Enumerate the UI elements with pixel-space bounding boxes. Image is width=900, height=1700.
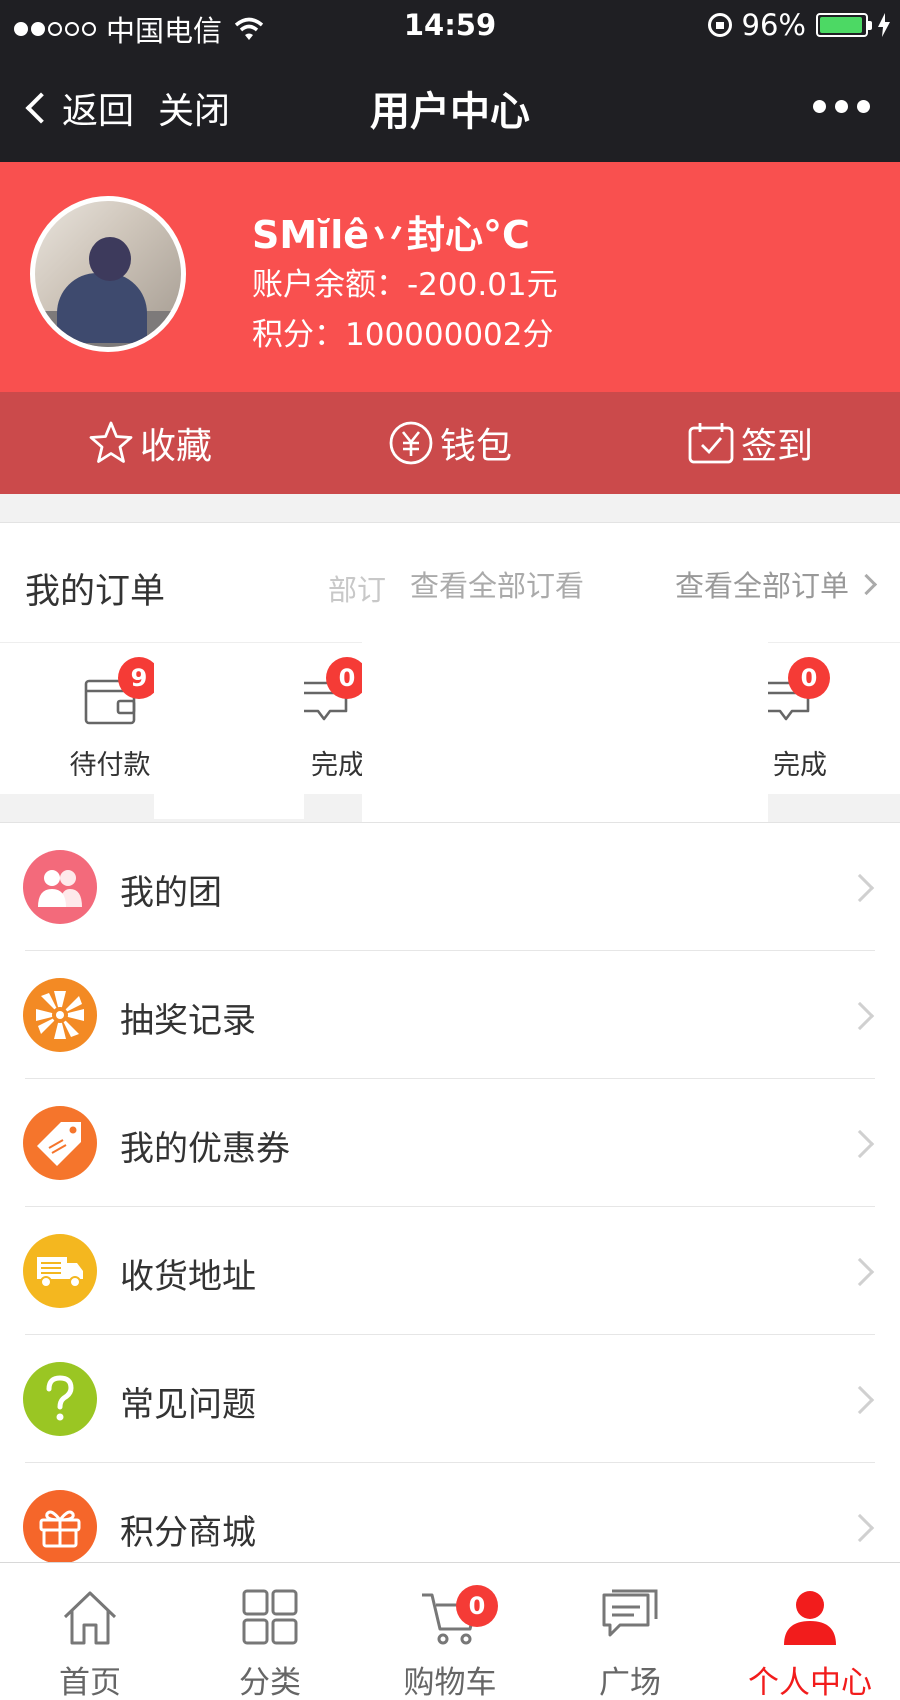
tab-home[interactable]: 首页 (0, 1563, 180, 1700)
avatar[interactable] (30, 196, 186, 352)
page-title: 用户中心 (370, 89, 530, 135)
order-status-row: 9 待付款 0 完成 0 完成 (0, 607, 900, 823)
more-dot-icon (813, 100, 826, 113)
more-dot-icon (835, 100, 848, 113)
points-balance: 积分：100000002分 (252, 317, 554, 353)
status-right: 96% (707, 8, 890, 42)
battery-level (820, 17, 863, 33)
calendar-check-icon (688, 423, 734, 464)
menu-item-lottery-records[interactable]: 抽奖记录 (0, 951, 900, 1079)
battery-icon (816, 13, 872, 37)
grid-icon (242, 1589, 298, 1645)
wallet-button[interactable]: 钱包 (300, 392, 600, 494)
tab-label: 分类 (239, 1665, 301, 1700)
menu-item-label: 我的团 (120, 873, 222, 913)
tab-categories[interactable]: 分类 (180, 1563, 360, 1700)
tab-label: 购物车 (403, 1665, 497, 1700)
overlay-mask (154, 643, 304, 819)
bottom-tab-bar: 首页 分类 0 购物车 广场 个人中心 (0, 1562, 900, 1700)
chevron-right-icon (845, 1385, 875, 1415)
tab-label: 广场 (599, 1665, 661, 1700)
chevron-right-icon (855, 573, 878, 595)
back-label: 返回 (62, 91, 135, 132)
home-icon (63, 1591, 117, 1645)
battery-percent: 96% (741, 8, 806, 42)
check-in-button[interactable]: 签到 (600, 392, 900, 494)
user-name: SMĭlê丷封心°C (252, 213, 530, 257)
tab-plaza[interactable]: 广场 (540, 1563, 720, 1700)
close-button[interactable]: 关闭 (158, 82, 230, 134)
yen-icon (389, 421, 433, 465)
chevron-left-icon (25, 92, 57, 124)
group-icon (23, 850, 97, 924)
user-center-page: 中国电信 14:59 96% 返回 关闭 用户中心 SMĭlê丷封心°C 账户余… (0, 0, 900, 1700)
chevron-right-icon (845, 1257, 875, 1287)
chat-icon (602, 1589, 658, 1637)
chevron-right-icon (845, 1129, 875, 1159)
chevron-right-icon (845, 1001, 875, 1031)
orientation-lock-icon (707, 13, 732, 37)
menu-item-label: 抽奖记录 (120, 1001, 256, 1041)
menu-item-my-group[interactable]: 我的团 (0, 823, 900, 951)
feature-menu: 我的团 抽奖记录 我的优惠券 收货地址 常见问题 积分商城 (0, 822, 900, 1564)
charging-bolt-icon (878, 13, 890, 37)
menu-item-label: 我的优惠券 (120, 1129, 290, 1169)
favorites-button[interactable]: 收藏 (0, 392, 300, 494)
account-balance: 账户余额：-200.01元 (252, 267, 558, 303)
tab-cart[interactable]: 0 购物车 (360, 1563, 540, 1700)
cart-badge: 0 (456, 1585, 498, 1627)
back-button[interactable]: 返回 (22, 82, 134, 134)
truck-icon (23, 1234, 97, 1308)
menu-item-shipping-address[interactable]: 收货地址 (0, 1207, 900, 1335)
menu-item-coupons[interactable]: 我的优惠券 (0, 1079, 900, 1207)
menu-item-faq[interactable]: 常见问题 (0, 1335, 900, 1463)
nav-bar: 返回 关闭 用户中心 (0, 52, 900, 162)
menu-item-label: 常见问题 (120, 1385, 256, 1425)
orders-ghost-text: 查看全部订看 (410, 569, 585, 603)
order-badge: 0 (788, 657, 830, 699)
orders-ghost-text: 部订 (328, 573, 387, 607)
view-all-orders-label: 查看全部订单 (674, 569, 849, 603)
quick-actions-bar: 收藏 钱包 签到 (0, 392, 900, 494)
tab-label: 个人中心 (748, 1665, 872, 1700)
orders-title: 我的订单 (25, 572, 166, 612)
profile-header: SMĭlê丷封心°C 账户余额：-200.01元 积分：100000002分 (0, 162, 900, 392)
question-icon (23, 1362, 97, 1436)
coupon-tag-icon (23, 1106, 97, 1180)
wallet-label: 钱包 (439, 426, 512, 467)
tab-label: 首页 (59, 1665, 121, 1700)
overlay-mask (362, 607, 768, 823)
view-all-orders-link[interactable]: 查看全部订单 (674, 563, 878, 605)
status-bar: 中国电信 14:59 96% (0, 0, 900, 52)
user-icon (784, 1591, 836, 1645)
wheel-icon (23, 978, 97, 1052)
more-options-button[interactable] (813, 100, 870, 113)
tab-user-center[interactable]: 个人中心 (720, 1563, 900, 1700)
favorites-label: 收藏 (139, 426, 212, 467)
chevron-right-icon (845, 1513, 875, 1543)
star-icon (89, 421, 133, 463)
gift-icon (23, 1490, 97, 1564)
menu-item-label: 积分商城 (120, 1513, 256, 1553)
chevron-right-icon (845, 873, 875, 903)
more-dot-icon (857, 100, 870, 113)
check-in-label: 签到 (740, 426, 813, 467)
menu-item-label: 收货地址 (120, 1257, 256, 1297)
